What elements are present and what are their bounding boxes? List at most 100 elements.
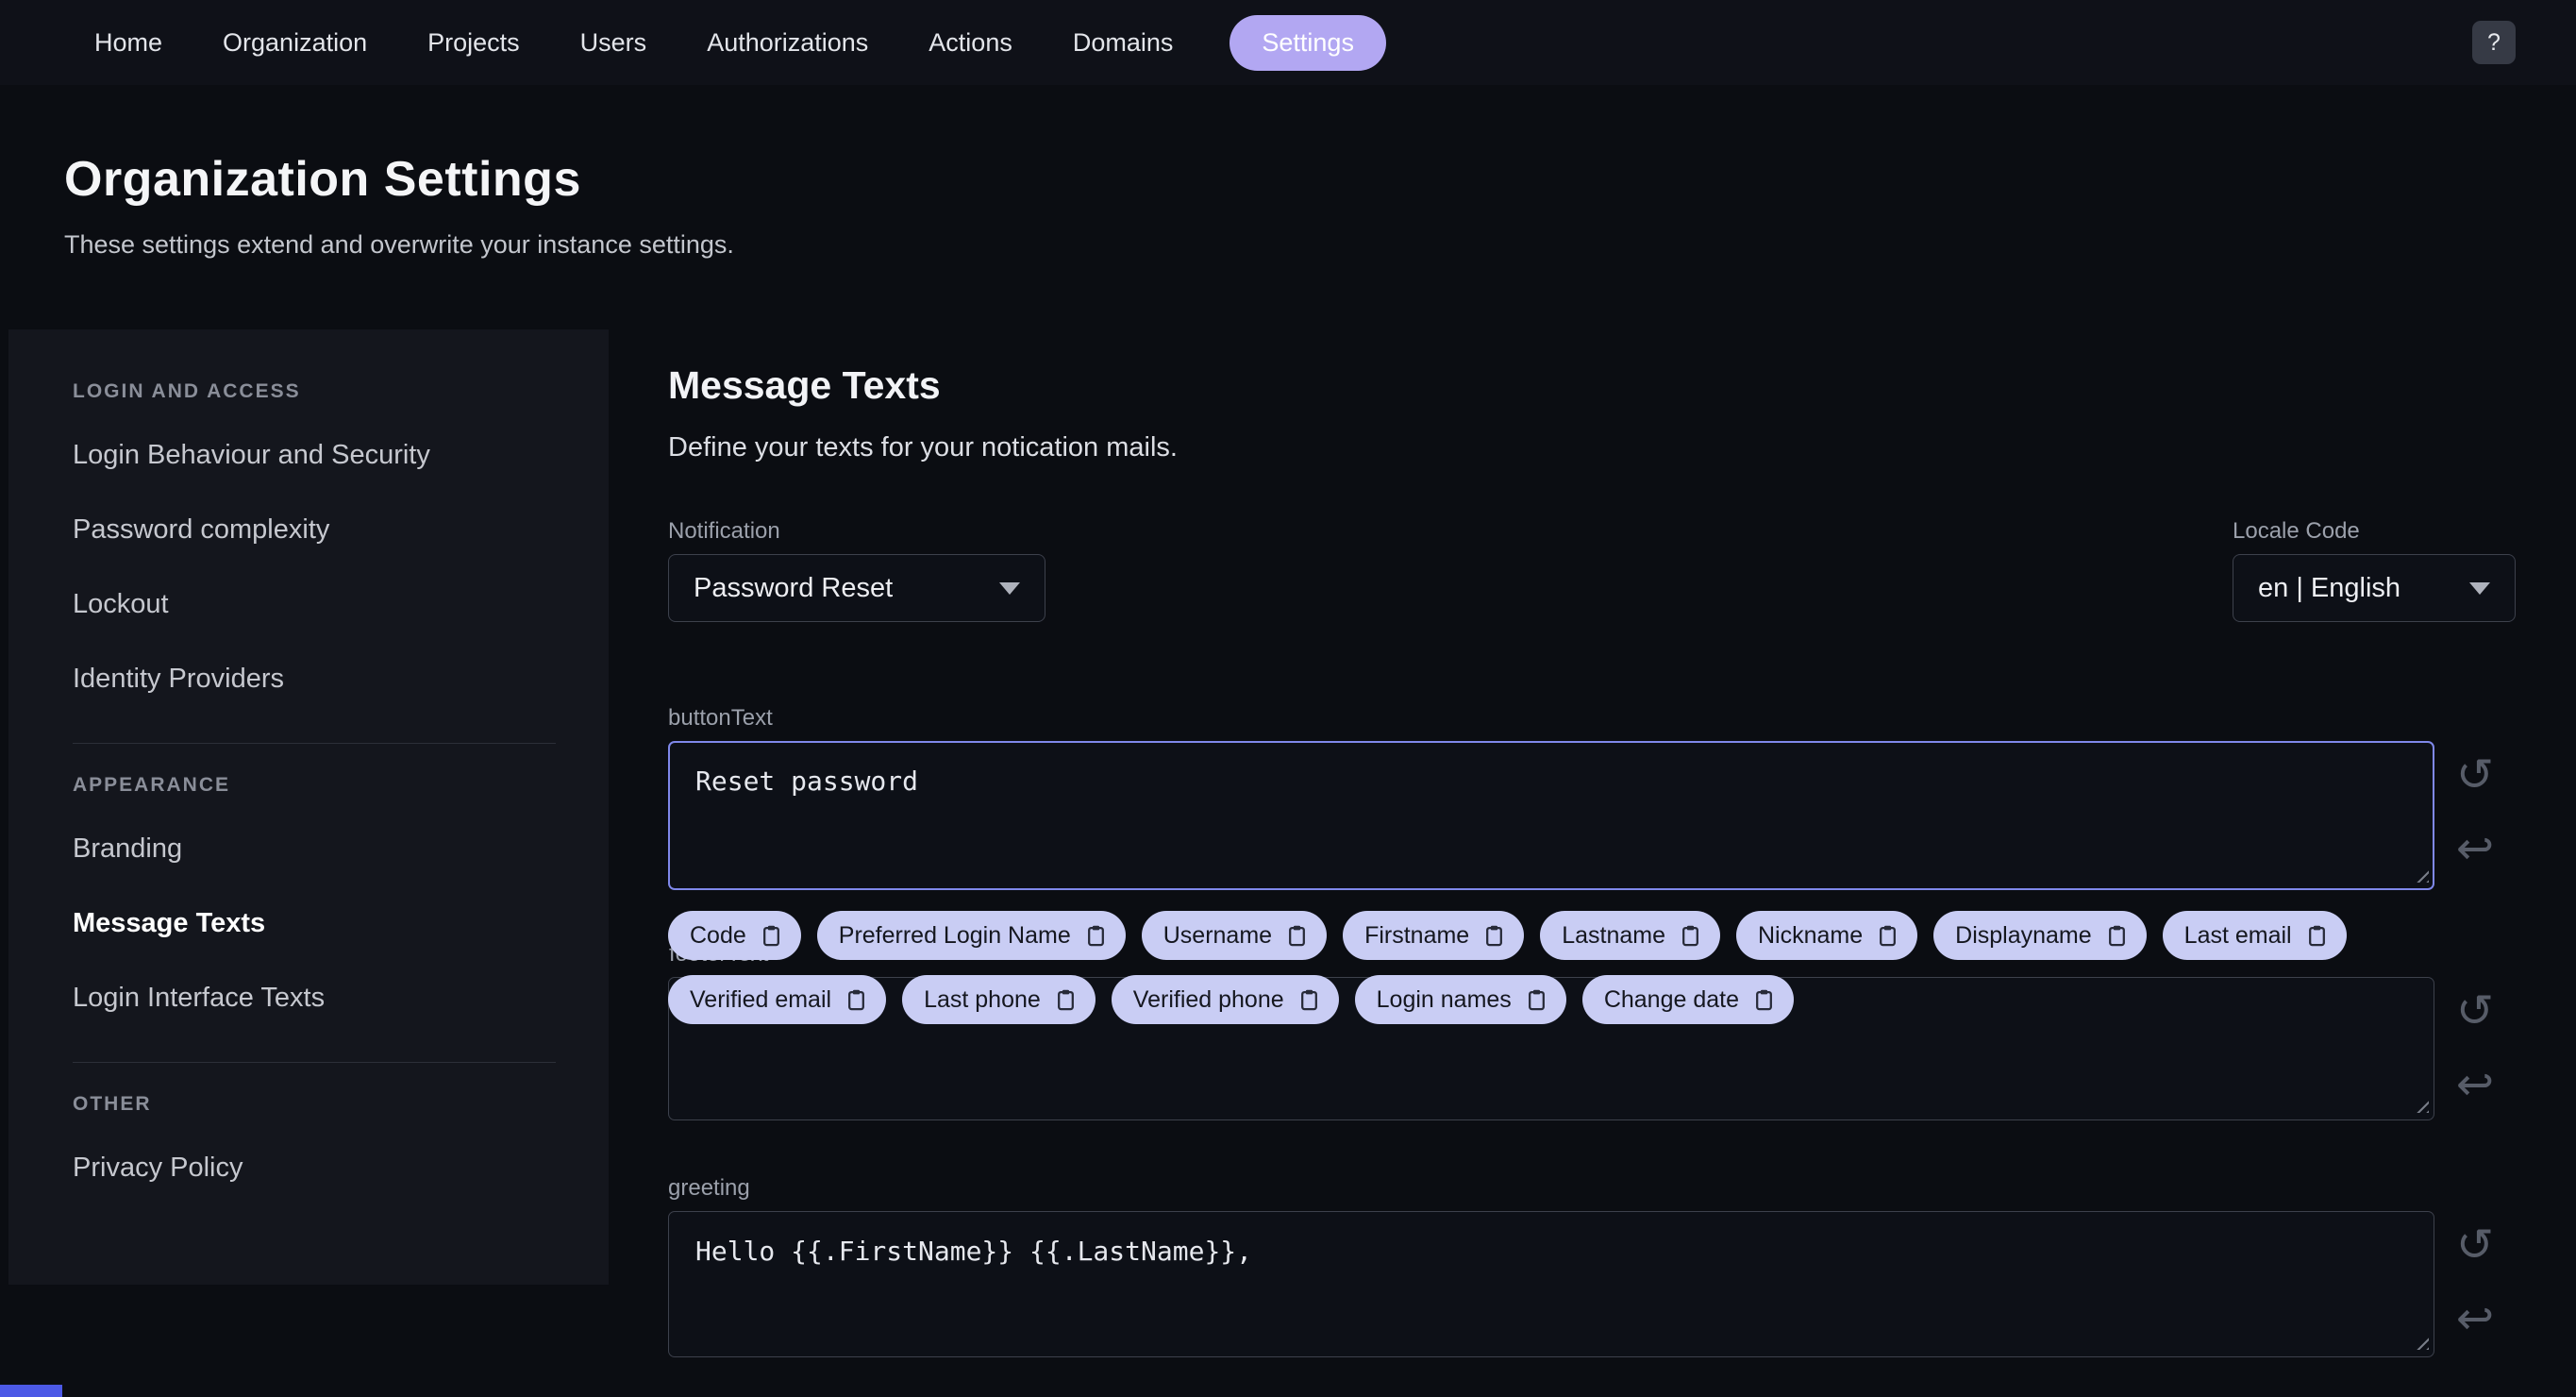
page-title: Organization Settings: [64, 152, 581, 207]
chip-verified-email[interactable]: Verified email: [668, 975, 887, 1024]
locale-select[interactable]: en | English: [2233, 554, 2516, 622]
chips-row-2: Verified email Last phone Verified phone Lo…: [668, 975, 1794, 1024]
bottom-left-accent: [0, 1385, 62, 1397]
sidebar-item-message-texts[interactable]: Message Texts: [8, 886, 609, 961]
sidebar-item-branding[interactable]: Branding: [8, 812, 609, 886]
nav-item-home[interactable]: Home: [91, 15, 166, 71]
sidebar-divider: [73, 1062, 556, 1063]
nav-item-domains[interactable]: Domains: [1069, 15, 1178, 71]
clipboard-icon: [1300, 989, 1317, 1010]
buttontext-wrap: [668, 741, 2434, 890]
nav-item-settings[interactable]: Settings: [1229, 14, 1386, 71]
chip-verified-phone[interactable]: Verified phone: [1111, 975, 1339, 1024]
chip-label: Verified phone: [1132, 985, 1284, 1013]
section-subtitle: Define your texts for your notication ma…: [668, 432, 1178, 463]
sidebar-divider: [73, 743, 556, 744]
chip-nickname[interactable]: Nickname: [1736, 911, 1918, 960]
notification-select[interactable]: Password Reset: [668, 554, 1045, 622]
chip-label: Preferred Login Name: [838, 921, 1071, 949]
sidebar-item-login-behaviour-and-security[interactable]: Login Behaviour and Security: [8, 418, 609, 493]
clipboard-icon: [1057, 989, 1074, 1010]
chip-preferred-login-name[interactable]: Preferred Login Name: [816, 911, 1126, 960]
clipboard-icon: [1289, 925, 1305, 946]
buttontext-row: ↺ ↩: [668, 741, 2516, 890]
footertext-field: Code Preferred Login Name Username Firstnam…: [668, 911, 2516, 1120]
clipboard-icon: [1682, 925, 1698, 946]
chip-label: Displayname: [1955, 921, 2092, 949]
sidebar-heading-appearance: APPEARANCE: [73, 774, 231, 796]
locale-label: Locale Code: [2233, 518, 2360, 544]
chip-username[interactable]: Username: [1141, 911, 1328, 960]
chip-label: Last phone: [924, 985, 1041, 1013]
chip-firstname[interactable]: Firstname: [1343, 911, 1525, 960]
chip-last-phone[interactable]: Last phone: [902, 975, 1096, 1024]
chip-label: Change date: [1603, 985, 1739, 1013]
page-header: Organization Settings These settings ext…: [0, 85, 2576, 329]
chip-label: Lastname: [1562, 921, 1665, 949]
buttontext-field: buttonText ↺ ↩: [668, 705, 2516, 890]
chip-code[interactable]: Code: [668, 911, 801, 960]
notification-field: Notification Password Reset: [668, 518, 1045, 622]
clipboard-icon: [2308, 925, 2325, 946]
greeting-field: greeting ↺ ↩: [668, 1175, 2516, 1357]
sidebar-nav: LOGIN AND ACCESS Login Behaviour and Secu…: [8, 329, 609, 1285]
chip-lastname[interactable]: Lastname: [1540, 911, 1720, 960]
notification-value: Password Reset: [694, 572, 894, 603]
buttontext-label: buttonText: [668, 705, 773, 731]
sidebar-item-password-complexity[interactable]: Password complexity: [8, 493, 609, 567]
greeting-wrap: [668, 1211, 2434, 1357]
main-content: Message Texts Define your texts for your…: [609, 329, 2576, 1357]
chip-label: Login names: [1376, 985, 1512, 1013]
chip-label: Verified email: [690, 985, 832, 1013]
locale-value: en | English: [2258, 572, 2401, 603]
chevron-down-icon: [999, 581, 1020, 595]
chip-displayname[interactable]: Displayname: [1933, 911, 2147, 960]
clipboard-icon: [1756, 989, 1772, 1010]
footertext-actions: ↺ ↩: [2434, 977, 2516, 1107]
chips-row-1: Code Preferred Login Name Username Firstnam…: [668, 911, 2347, 960]
history-icon[interactable]: ↺: [2456, 1222, 2494, 1268]
greeting-textarea[interactable]: [668, 1211, 2434, 1357]
undo-icon[interactable]: ↩: [2456, 1296, 2494, 1341]
nav-item-users[interactable]: Users: [577, 15, 651, 71]
buttontext-textarea[interactable]: [668, 741, 2434, 890]
chip-label: Last email: [2183, 921, 2292, 949]
nav-item-organization[interactable]: Organization: [219, 15, 371, 71]
nav-items: Home Organization Projects Users Authorizati…: [91, 14, 1386, 71]
page-subtitle: These settings extend and overwrite your…: [64, 230, 734, 259]
chip-label: Username: [1163, 921, 1273, 949]
clipboard-icon: [1486, 925, 1503, 946]
notification-label: Notification: [668, 518, 780, 544]
undo-icon[interactable]: ↩: [2456, 1062, 2494, 1107]
chip-login-names[interactable]: Login names: [1354, 975, 1566, 1024]
section-title: Message Texts: [668, 363, 941, 407]
chip-label: Firstname: [1364, 921, 1470, 949]
greeting-row: ↺ ↩: [668, 1211, 2516, 1357]
history-icon[interactable]: ↺: [2456, 988, 2494, 1034]
nav-item-actions[interactable]: Actions: [925, 15, 1016, 71]
chip-label: Nickname: [1758, 921, 1864, 949]
clipboard-icon: [1528, 989, 1545, 1010]
history-icon[interactable]: ↺: [2456, 752, 2494, 798]
sidebar-heading-other: OTHER: [73, 1093, 152, 1115]
chip-last-email[interactable]: Last email: [2162, 911, 2347, 960]
nav-item-projects[interactable]: Projects: [424, 15, 524, 71]
nav-item-authorizations[interactable]: Authorizations: [703, 15, 872, 71]
sidebar-heading-login-and-access: LOGIN AND ACCESS: [73, 380, 301, 402]
top-navbar: Home Organization Projects Users Authorizati…: [0, 0, 2576, 85]
undo-icon[interactable]: ↩: [2456, 826, 2494, 871]
content-area: LOGIN AND ACCESS Login Behaviour and Secu…: [0, 329, 2576, 1357]
chevron-down-icon: [2469, 581, 2490, 595]
clipboard-icon: [762, 925, 779, 946]
locale-field: Locale Code en | English: [2233, 518, 2516, 622]
sidebar-item-lockout[interactable]: Lockout: [8, 567, 609, 642]
clipboard-icon: [1087, 925, 1104, 946]
sidebar-item-login-interface-texts[interactable]: Login Interface Texts: [8, 961, 609, 1035]
clipboard-icon: [1880, 925, 1897, 946]
help-button[interactable]: ?: [2472, 21, 2516, 64]
chip-label: Code: [690, 921, 746, 949]
sidebar-item-privacy-policy[interactable]: Privacy Policy: [8, 1131, 609, 1205]
sidebar-item-identity-providers[interactable]: Identity Providers: [8, 642, 609, 716]
chip-change-date[interactable]: Change date: [1581, 975, 1794, 1024]
clipboard-icon: [848, 989, 865, 1010]
